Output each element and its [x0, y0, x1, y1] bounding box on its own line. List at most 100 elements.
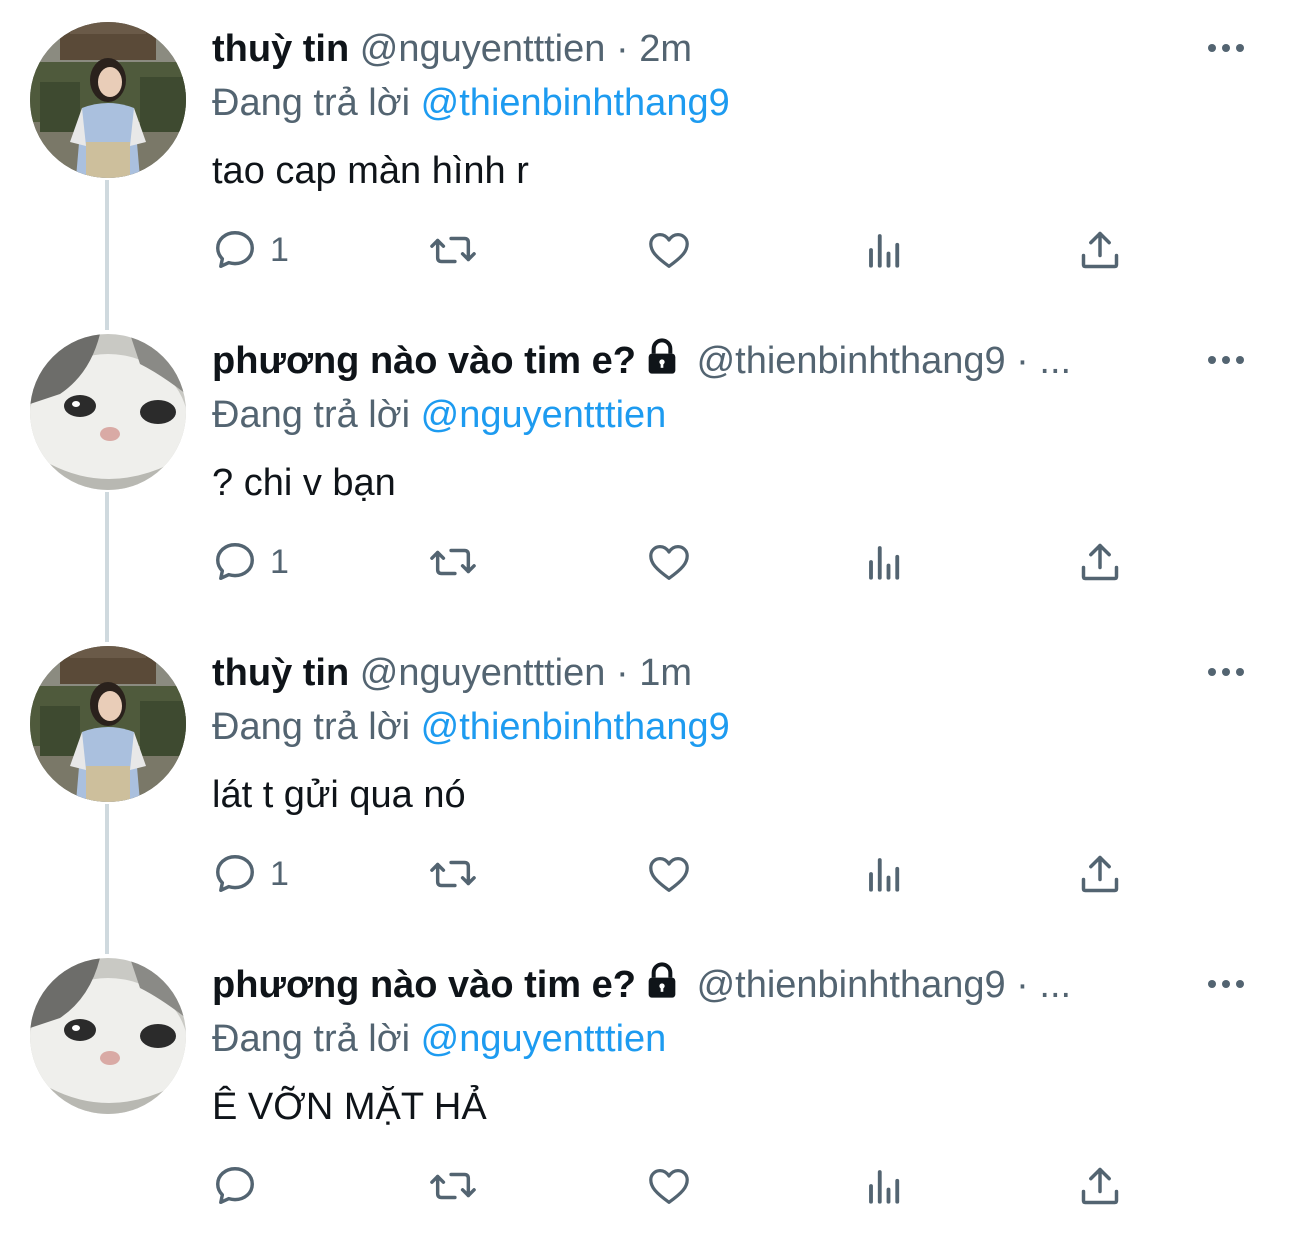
share-icon: [1078, 852, 1122, 896]
analytics-icon: [864, 541, 906, 583]
retweet-icon: [426, 539, 480, 585]
reply-button[interactable]: 1: [212, 534, 289, 590]
mention-link[interactable]: @nguyentttien: [421, 394, 667, 436]
more-options-button[interactable]: [1206, 30, 1246, 70]
action-bar: 1: [0, 834, 1290, 914]
timestamp[interactable]: ...: [1039, 340, 1071, 382]
analytics-button[interactable]: [864, 222, 906, 278]
retweet-icon: [426, 227, 480, 273]
like-icon: [645, 227, 693, 273]
like-button[interactable]: [645, 222, 693, 278]
display-name[interactable]: phương nào vào tim e?: [212, 340, 636, 382]
tweet-text: Ê VỠN MẶT HẢ: [212, 1086, 487, 1128]
replying-to: Đang trả lời @nguyentttien: [212, 388, 666, 442]
like-button[interactable]: [645, 846, 693, 902]
share-icon: [1078, 1164, 1122, 1208]
user-handle[interactable]: @thienbinhthang9: [697, 340, 1006, 382]
reply-icon: [212, 851, 258, 897]
display-name[interactable]: thuỳ tin: [212, 652, 349, 694]
analytics-icon: [864, 853, 906, 895]
tweet-text: ? chi v bạn: [212, 462, 396, 504]
reply-button[interactable]: 1: [212, 846, 289, 902]
avatar[interactable]: [30, 646, 186, 802]
action-bar: 1: [0, 210, 1290, 290]
tweet-header: thuỳ tin @nguyentttien · 2m: [212, 22, 1180, 76]
replying-to: Đang trả lời @nguyentttien: [212, 1012, 666, 1066]
mention-link[interactable]: @thienbinhthang9: [421, 82, 730, 124]
tweet-header: phương nào vào tim e? @thienbinhthang9 ·…: [212, 958, 1180, 1012]
lock-icon: [642, 961, 682, 1012]
like-icon: [645, 1163, 693, 1209]
retweet-button[interactable]: [426, 1158, 480, 1214]
action-bar: 1: [0, 522, 1290, 602]
share-button[interactable]: [1078, 222, 1122, 278]
mention-link[interactable]: @nguyentttien: [421, 1018, 667, 1060]
tweet[interactable]: phương nào vào tim e? @thienbinhthang9 ·…: [0, 936, 1290, 1248]
like-button[interactable]: [645, 1158, 693, 1214]
replying-prefix: Đang trả lời: [212, 394, 411, 436]
timestamp[interactable]: 1m: [639, 652, 692, 694]
tweet[interactable]: thuỳ tin @nguyentttien · 1m Đang trả lời…: [0, 624, 1290, 936]
timestamp[interactable]: ...: [1039, 964, 1071, 1006]
lock-icon: [642, 337, 682, 388]
avatar[interactable]: [30, 958, 186, 1114]
reply-icon: [212, 227, 258, 273]
reply-count: 1: [270, 854, 289, 893]
tweet-text: lát t gửi qua nó: [212, 774, 466, 816]
mention-link[interactable]: @thienbinhthang9: [421, 706, 730, 748]
reply-button[interactable]: [212, 1158, 270, 1214]
reply-count: 1: [270, 542, 289, 581]
replying-prefix: Đang trả lời: [212, 706, 411, 748]
replying-prefix: Đang trả lời: [212, 1018, 411, 1060]
user-handle[interactable]: @nguyentttien: [360, 652, 606, 694]
more-icon: [1206, 353, 1246, 371]
like-icon: [645, 539, 693, 585]
share-icon: [1078, 228, 1122, 272]
tweet[interactable]: phương nào vào tim e? @thienbinhthang9 ·…: [0, 312, 1290, 624]
separator: ·: [1016, 964, 1029, 1006]
reply-count: 1: [270, 230, 289, 269]
share-button[interactable]: [1078, 846, 1122, 902]
user-handle[interactable]: @thienbinhthang9: [697, 964, 1006, 1006]
analytics-button[interactable]: [864, 534, 906, 590]
more-options-button[interactable]: [1206, 966, 1246, 1006]
tweet-header: thuỳ tin @nguyentttien · 1m: [212, 646, 1180, 700]
retweet-button[interactable]: [426, 222, 480, 278]
more-options-button[interactable]: [1206, 342, 1246, 382]
more-icon: [1206, 41, 1246, 59]
action-bar: [0, 1146, 1290, 1226]
display-name[interactable]: phương nào vào tim e?: [212, 964, 636, 1006]
replying-prefix: Đang trả lời: [212, 82, 411, 124]
share-button[interactable]: [1078, 1158, 1122, 1214]
reply-icon: [212, 539, 258, 585]
reply-button[interactable]: 1: [212, 222, 289, 278]
separator: ·: [615, 652, 629, 694]
replying-to: Đang trả lời @thienbinhthang9: [212, 700, 730, 754]
user-handle[interactable]: @nguyentttien: [360, 28, 606, 70]
separator: ·: [615, 28, 629, 70]
analytics-button[interactable]: [864, 1158, 906, 1214]
separator: ·: [1016, 340, 1029, 382]
replying-to: Đang trả lời @thienbinhthang9: [212, 76, 730, 130]
share-icon: [1078, 540, 1122, 584]
share-button[interactable]: [1078, 534, 1122, 590]
tweet[interactable]: thuỳ tin @nguyentttien · 2m Đang trả lời…: [0, 0, 1290, 312]
timestamp[interactable]: 2m: [639, 28, 692, 70]
analytics-button[interactable]: [864, 846, 906, 902]
more-options-button[interactable]: [1206, 654, 1246, 694]
like-button[interactable]: [645, 534, 693, 590]
more-icon: [1206, 977, 1246, 995]
reply-icon: [212, 1163, 258, 1209]
analytics-icon: [864, 1165, 906, 1207]
avatar[interactable]: [30, 334, 186, 490]
avatar[interactable]: [30, 22, 186, 178]
retweet-icon: [426, 1163, 480, 1209]
display-name[interactable]: thuỳ tin: [212, 28, 349, 70]
retweet-button[interactable]: [426, 534, 480, 590]
retweet-button[interactable]: [426, 846, 480, 902]
like-icon: [645, 851, 693, 897]
more-icon: [1206, 665, 1246, 683]
retweet-icon: [426, 851, 480, 897]
analytics-icon: [864, 229, 906, 271]
tweet-header: phương nào vào tim e? @thienbinhthang9 ·…: [212, 334, 1180, 388]
